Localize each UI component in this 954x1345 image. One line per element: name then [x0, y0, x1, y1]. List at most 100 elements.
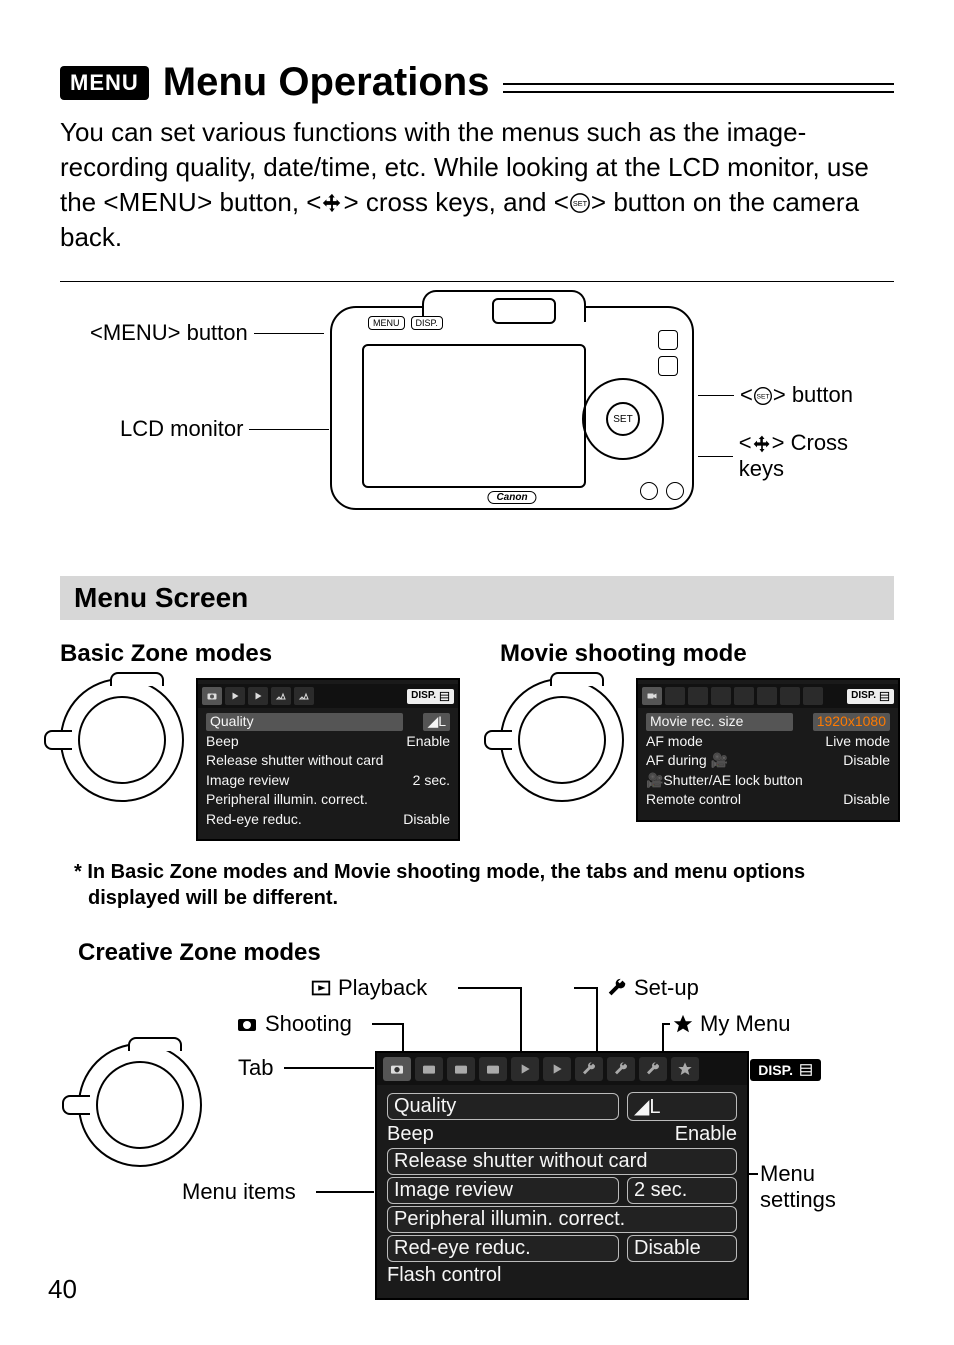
tab-shooting4-icon [479, 1057, 507, 1081]
menu-row: Flash control [387, 1263, 737, 1288]
menu-row-key: Remote control [646, 791, 823, 809]
creative-menu-screenshot: DISP. Quality◢LBeepEnableRelease shutter… [375, 1051, 749, 1300]
menu-row: AF modeLive mode [646, 732, 890, 752]
menu-row: Peripheral illumin. correct. [387, 1205, 737, 1234]
menu-row: AF during 🎥Disable [646, 751, 890, 771]
tab-icon [757, 687, 777, 705]
page-number: 40 [48, 1274, 77, 1305]
svg-text:SET: SET [573, 199, 588, 208]
menu-row-value: Disable [627, 1235, 737, 1262]
disp-badge-large: DISP. [750, 1059, 821, 1081]
movie-menu-screenshot: DISP. Movie rec. size1920x1080AF modeLiv… [636, 678, 900, 822]
tab-icon [688, 687, 708, 705]
menu-row: Image review 2 sec. [206, 771, 450, 791]
label-shooting: Shooting [235, 1011, 352, 1037]
label-tab: Tab [238, 1055, 273, 1081]
menu-row-value: Disable [843, 791, 890, 809]
menu-row-value: ◢L [423, 713, 450, 731]
tab-mymenu-icon [671, 1057, 699, 1081]
menu-row-key: Red-eye reduc. [387, 1235, 619, 1262]
disp-mini-button-icon: DISP. [411, 316, 443, 330]
menu-row-key: Peripheral illumin. correct. [206, 791, 450, 809]
tab-setup2-icon [294, 687, 314, 705]
callout-menu-button: <MENU> button [90, 320, 324, 346]
star-icon [672, 1013, 694, 1035]
bottom-right-icons [640, 482, 684, 500]
tab-setup2-icon [607, 1057, 635, 1081]
menu-row: Peripheral illumin. correct. [206, 790, 450, 810]
menu-row-key: Release shutter without card [387, 1148, 737, 1175]
viewfinder-icon [492, 298, 556, 324]
tab-playback1-icon [511, 1057, 539, 1081]
menu-row-key: Image review [387, 1177, 619, 1204]
menu-row-value: 2 sec. [413, 772, 450, 790]
basic-zone-title: Basic Zone modes [60, 640, 460, 668]
tab-playback2-icon [543, 1057, 571, 1081]
camera-back-outline: MENU DISP. SET Canon [330, 306, 694, 510]
menu-row-value: Disable [843, 752, 890, 770]
menu-row-value: Enable [406, 733, 450, 751]
playback-icon [310, 977, 332, 999]
menu-row: 🎥Shutter/AE lock button [646, 771, 890, 791]
tab-setup3-icon [639, 1057, 667, 1081]
menu-row: BeepEnable [387, 1122, 737, 1147]
menu-row: Release shutter without card [206, 751, 450, 771]
menu-row-key: Flash control [387, 1264, 737, 1287]
movie-tab-strip: DISP. [638, 684, 898, 708]
intro-paragraph: You can set various functions with the m… [60, 115, 894, 255]
movie-mode-column: Movie shooting mode DISP. [500, 640, 900, 841]
menu-row: Red-eye reduc. Disable [206, 810, 450, 830]
tab-shooting-icon [202, 687, 222, 705]
movie-mode-title: Movie shooting mode [500, 640, 900, 668]
callout-set-button: <SET> button [698, 382, 853, 408]
tab-setup1-icon [575, 1057, 603, 1081]
camera-back-figure: MENU DISP. SET Canon <MENU> button LCD m… [60, 306, 894, 546]
creative-tab-strip [377, 1053, 747, 1085]
menu-row: Red-eye reduc. Disable [387, 1234, 737, 1263]
basic-tab-strip: DISP. [198, 684, 458, 708]
divider [60, 281, 894, 282]
menu-row-value: ◢L [627, 1092, 737, 1121]
label-menu-items: Menu items [182, 1179, 296, 1205]
menu-row-key: Image review [206, 772, 393, 790]
menu-mini-button-icon: MENU [368, 316, 405, 330]
heading-rule [503, 83, 894, 93]
heading-title: Menu Operations [163, 60, 490, 105]
brand-logo: Canon [487, 491, 536, 504]
tab-movie-icon [642, 687, 662, 705]
menu-row-key: Release shutter without card [206, 752, 450, 770]
basic-menu-screenshot: DISP. Quality◢LBeepEnableRelease shutter… [196, 678, 460, 841]
tab-playback2-icon [248, 687, 268, 705]
disp-badge: DISP. [847, 689, 894, 704]
menu-row-key: Quality [206, 713, 403, 731]
tab-shooting2-icon [415, 1057, 443, 1081]
footnote: * In Basic Zone modes and Movie shooting… [66, 859, 894, 911]
tab-icon [780, 687, 800, 705]
heading-menu-badge: MENU [60, 66, 149, 100]
menu-row: Quality ◢L [206, 712, 450, 732]
callout-lcd: LCD monitor [120, 416, 329, 442]
label-playback: Playback [310, 975, 427, 1001]
tab-playback-icon [225, 687, 245, 705]
menu-row-key: 🎥Shutter/AE lock button [646, 772, 890, 790]
cross-keys-icon [321, 192, 343, 214]
menu-row-value: 2 sec. [627, 1177, 737, 1204]
menu-row: Movie rec. size1920x1080 [646, 712, 890, 732]
disp-badge: DISP. [407, 689, 454, 704]
svg-text:SET: SET [756, 394, 769, 401]
creative-zone-section: Creative Zone modes Playback Set-up Shoo… [60, 939, 894, 1289]
tab-icon [711, 687, 731, 705]
mode-dial-basic-icon [60, 678, 184, 802]
label-mymenu: My Menu [672, 1011, 790, 1037]
lcd-outline [362, 344, 586, 488]
menu-row-key: Red-eye reduc. [206, 811, 383, 829]
tab-icon [734, 687, 754, 705]
tab-icon [665, 687, 685, 705]
label-menu-settings: Menu settings [760, 1161, 894, 1213]
creative-zone-title: Creative Zone modes [78, 939, 321, 967]
menu-row-key: AF mode [646, 733, 805, 751]
tab-shooting3-icon [447, 1057, 475, 1081]
menu-row: Quality◢L [387, 1091, 737, 1122]
camera-icon [235, 1012, 259, 1036]
menu-row-value: Disable [403, 811, 450, 829]
